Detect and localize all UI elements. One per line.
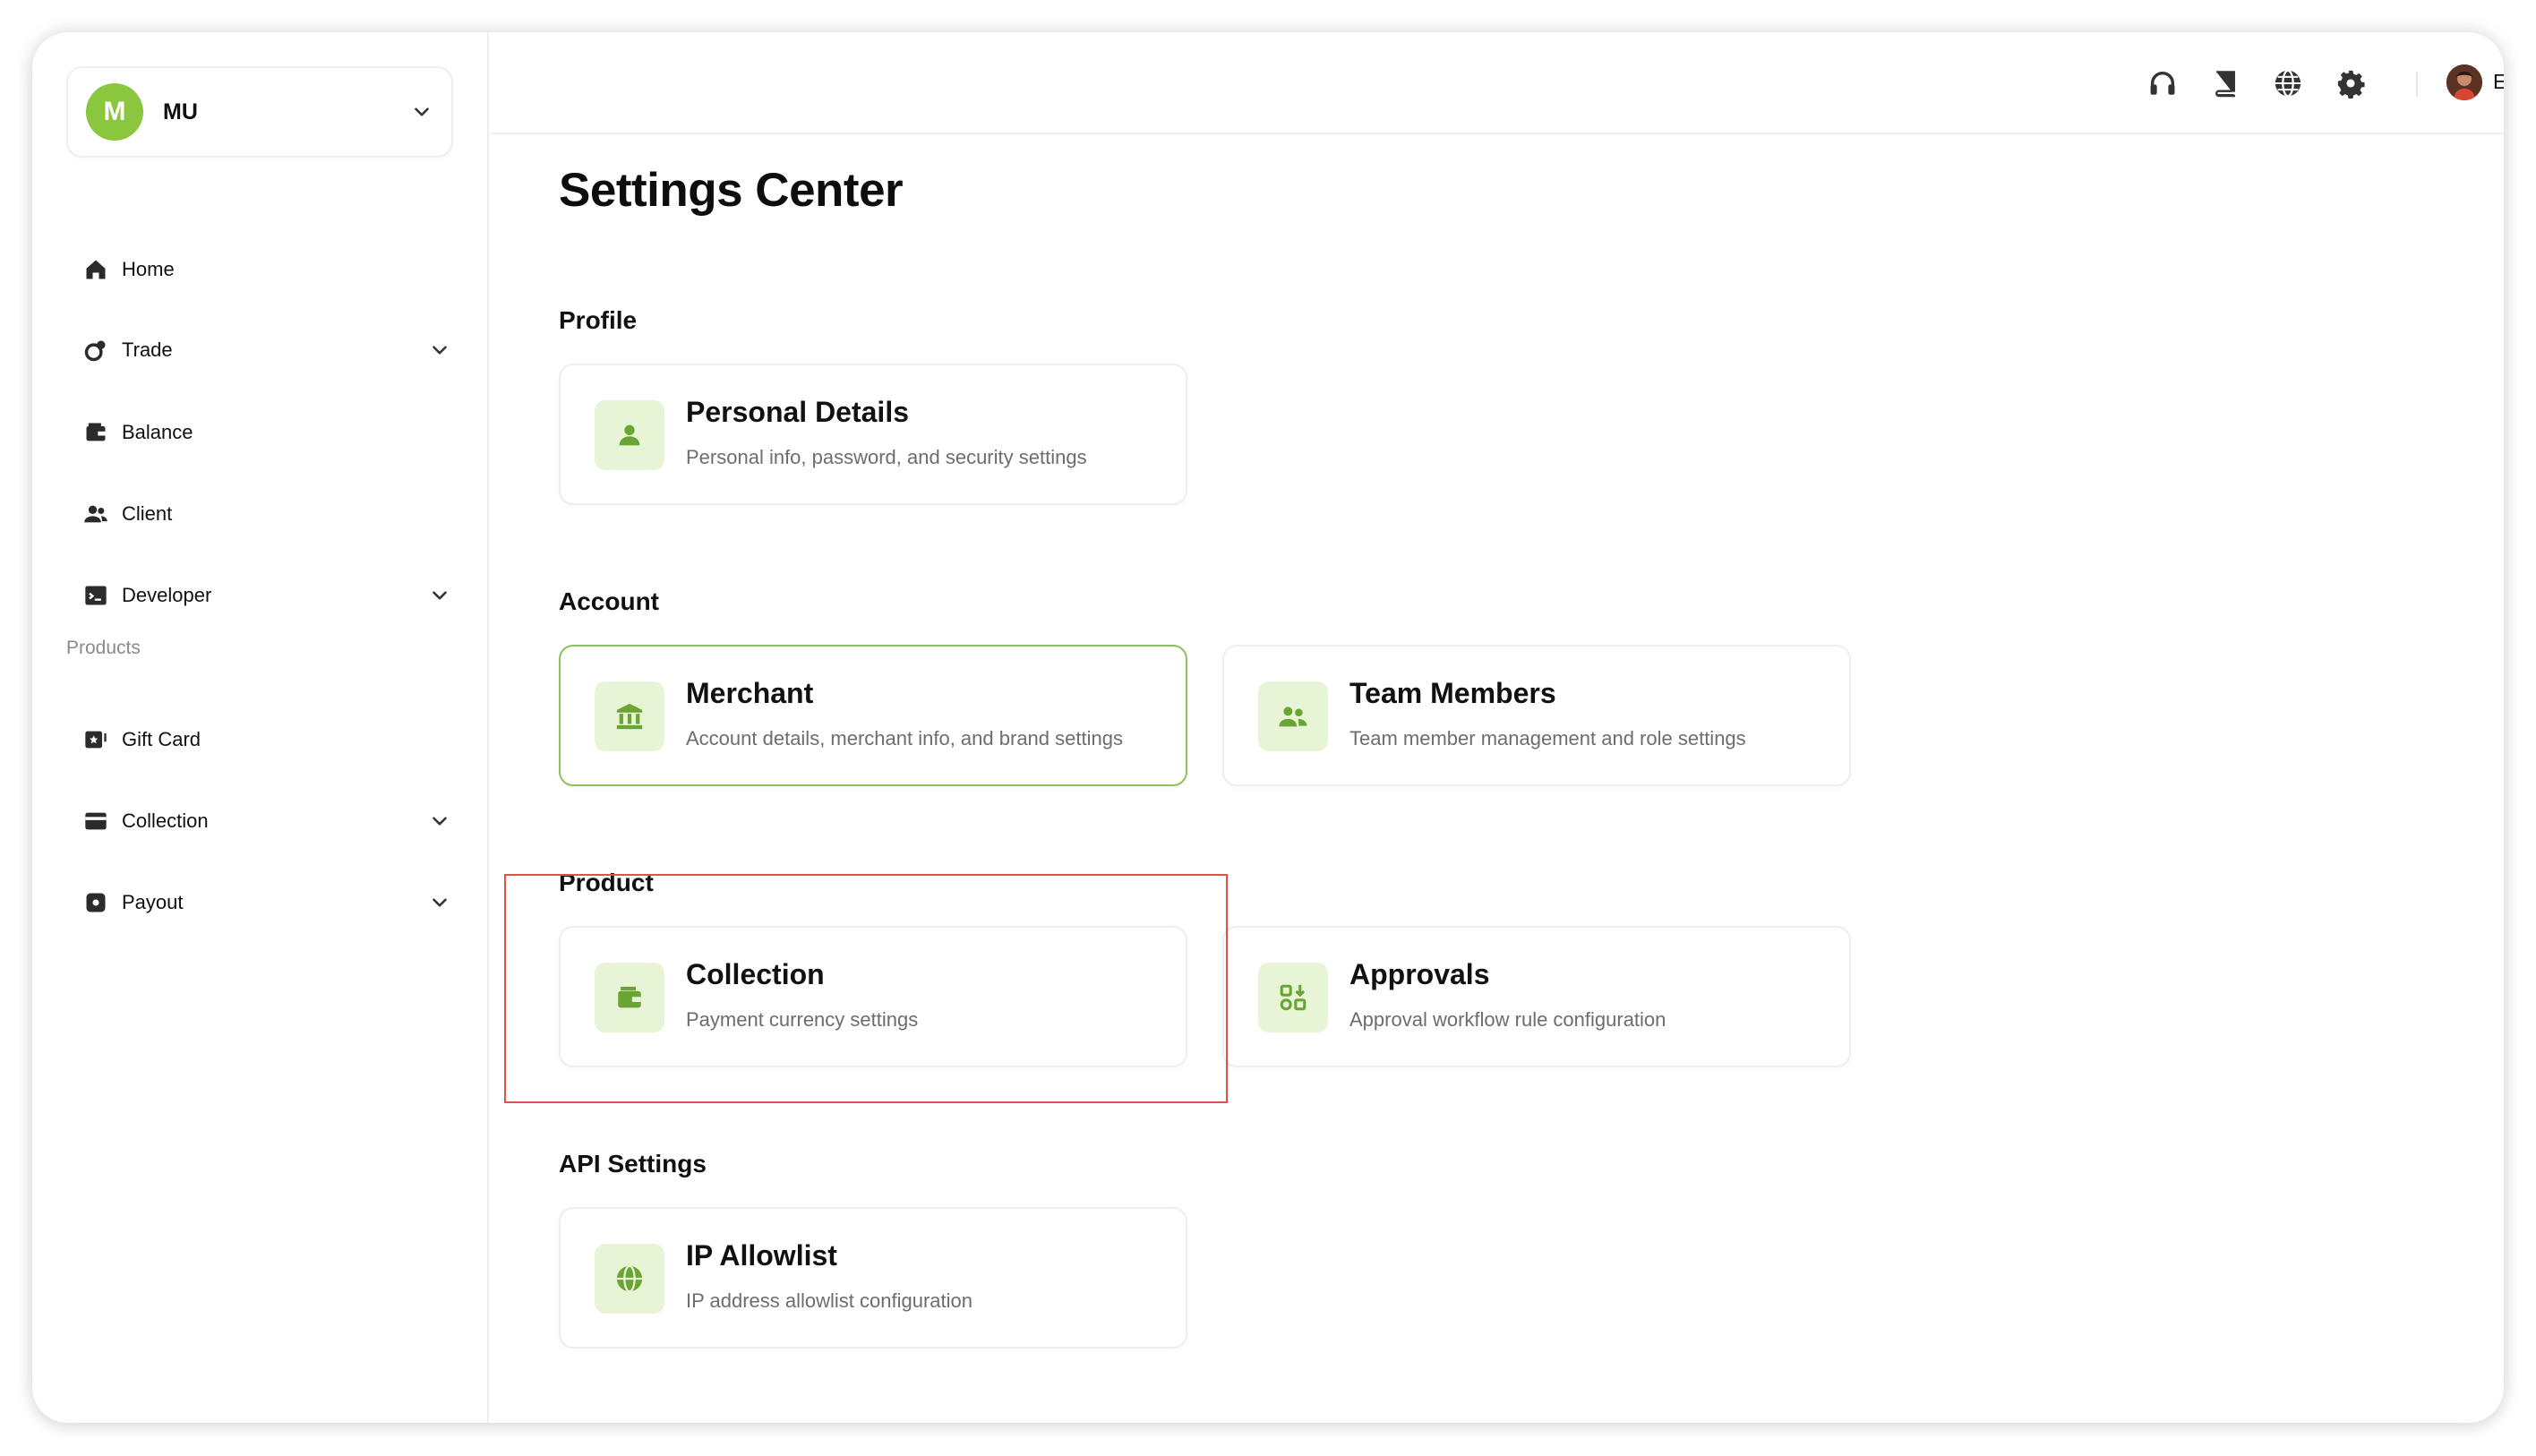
chevron-down-icon xyxy=(428,809,451,833)
card-description: Team member management and role settings xyxy=(1349,727,1746,749)
trade-icon xyxy=(82,337,109,364)
chevron-down-icon xyxy=(410,100,433,124)
globe-icon[interactable] xyxy=(2271,66,2305,100)
card-title: Merchant xyxy=(686,677,814,709)
globe-icon xyxy=(595,1244,664,1314)
sidebar-item-home[interactable]: Home xyxy=(82,243,476,296)
sidebar-item-developer[interactable]: Developer xyxy=(82,569,476,622)
org-switcher[interactable]: M MU xyxy=(66,66,453,158)
card-title: IP Allowlist xyxy=(686,1239,837,1272)
highlight-box xyxy=(504,874,1228,1103)
section-title-profile: Profile xyxy=(559,306,638,334)
avatar[interactable] xyxy=(2446,64,2482,100)
terminal-icon xyxy=(82,582,109,609)
card-title: Personal Details xyxy=(686,396,909,428)
card-description: Approval workflow rule configuration xyxy=(1349,1008,1666,1031)
team-icon xyxy=(1258,681,1328,751)
sidebar: M MU Home Trade Balance Client Developer… xyxy=(32,32,489,1423)
chevron-down-icon xyxy=(428,891,451,914)
user-name[interactable]: Eive xyxy=(2493,70,2504,94)
home-icon xyxy=(82,256,109,283)
sidebar-item-trade[interactable]: Trade xyxy=(82,323,476,377)
card-team-members[interactable]: Team Members Team member management and … xyxy=(1222,645,1851,786)
sidebar-item-label: Client xyxy=(122,502,173,525)
card-personal-details[interactable]: Personal Details Personal info, password… xyxy=(559,364,1187,505)
app-window: M MU Home Trade Balance Client Developer… xyxy=(32,32,2504,1423)
sidebar-item-gift-card[interactable]: Gift Card xyxy=(82,713,476,767)
card-title: Approvals xyxy=(1349,958,1490,990)
header-divider xyxy=(2416,72,2418,97)
card-icon xyxy=(82,808,109,835)
sidebar-item-label: Payout xyxy=(122,891,184,913)
card-description: IP address allowlist configuration xyxy=(686,1289,972,1312)
top-bar: Eive xyxy=(491,32,2504,134)
gift-card-icon xyxy=(82,726,109,753)
sidebar-item-label: Trade xyxy=(122,338,173,361)
card-description: Account details, merchant info, and bran… xyxy=(686,727,1123,749)
org-avatar: M xyxy=(86,83,143,141)
section-title-account: Account xyxy=(559,587,659,615)
sidebar-item-client[interactable]: Client xyxy=(82,487,476,541)
book-icon[interactable] xyxy=(2208,66,2242,100)
card-title: Team Members xyxy=(1349,677,1556,709)
wallet-icon xyxy=(82,419,109,446)
card-ip-allowlist[interactable]: IP Allowlist IP address allowlist config… xyxy=(559,1207,1187,1349)
headset-icon[interactable] xyxy=(2146,66,2180,100)
page-title: Settings Center xyxy=(559,164,904,217)
chevron-down-icon xyxy=(428,584,451,607)
payout-icon xyxy=(82,889,109,916)
sidebar-item-label: Developer xyxy=(122,584,212,606)
approval-icon xyxy=(1258,963,1328,1032)
sidebar-item-collection[interactable]: Collection xyxy=(82,794,476,848)
sidebar-item-payout[interactable]: Payout xyxy=(82,876,476,929)
card-approvals[interactable]: Approvals Approval workflow rule configu… xyxy=(1222,926,1851,1067)
users-icon xyxy=(82,501,109,527)
sidebar-item-label: Collection xyxy=(122,809,209,832)
section-title-api-settings: API Settings xyxy=(559,1150,707,1178)
gear-icon[interactable] xyxy=(2334,66,2368,100)
sidebar-item-balance[interactable]: Balance xyxy=(82,406,476,459)
sidebar-item-label: Balance xyxy=(122,421,193,443)
card-description: Personal info, password, and security se… xyxy=(686,446,1087,468)
org-name: MU xyxy=(163,98,198,124)
sidebar-item-label: Home xyxy=(122,258,175,280)
person-icon xyxy=(595,400,664,470)
chevron-down-icon xyxy=(428,338,451,362)
card-merchant[interactable]: Merchant Account details, merchant info,… xyxy=(559,645,1187,786)
sidebar-item-label: Gift Card xyxy=(122,728,201,750)
bank-icon xyxy=(595,681,664,751)
products-heading: Products xyxy=(66,638,141,658)
